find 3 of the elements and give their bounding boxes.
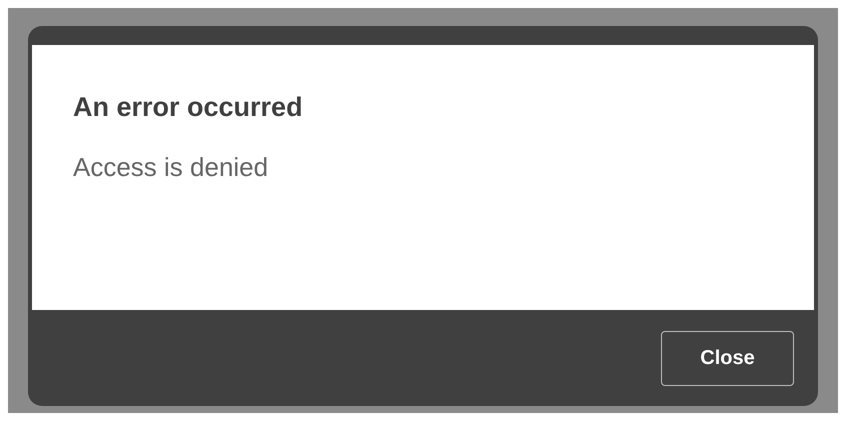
error-message: Access is denied xyxy=(73,151,270,183)
close-button[interactable]: Close xyxy=(661,330,794,386)
dialog-title: An error occurred xyxy=(73,91,304,123)
